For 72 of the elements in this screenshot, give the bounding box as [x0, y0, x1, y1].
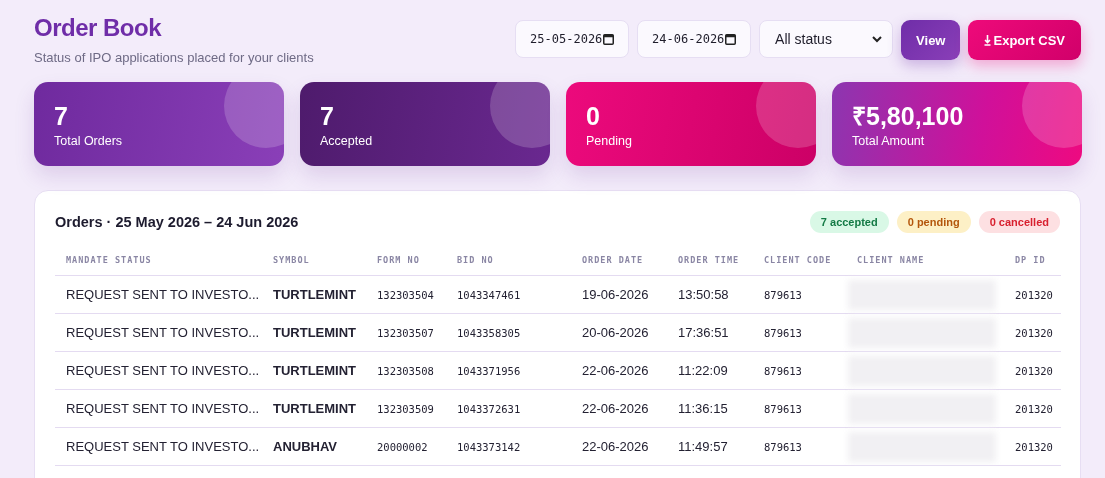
- table-cell: 11:36:15: [667, 389, 753, 428]
- table-cell: 19-06-2026: [571, 275, 667, 314]
- table-cell: 20000002: [366, 427, 446, 466]
- export-csv-button[interactable]: Export CSV: [968, 20, 1081, 60]
- table-cell: REQUEST SENT TO INVESTO...: [55, 389, 262, 428]
- table-cell: 20-06-2026: [571, 313, 667, 352]
- calendar-icon: [725, 33, 737, 45]
- status-count-badge: 0 cancelled: [978, 211, 1060, 233]
- table-cell: 879613: [753, 351, 846, 390]
- table-cell: 22-06-2026: [571, 389, 667, 428]
- column-header: CLIENT CODE: [753, 255, 846, 276]
- table-cell: 11:49:57: [667, 427, 753, 466]
- table-cell: REQUEST SENT TO INVESTO...: [55, 427, 262, 466]
- to-date-field[interactable]: 24-06-2026: [637, 20, 752, 58]
- table-cell: 879613: [753, 427, 846, 466]
- table-cell: 132303504: [366, 275, 446, 314]
- table-cell: 1043347461: [446, 275, 571, 314]
- table-cell: TURTLEMINT: [262, 313, 366, 352]
- column-header: DP ID: [1003, 255, 1061, 276]
- table-cell: 879613: [753, 275, 846, 314]
- table-cell: 879613: [753, 389, 846, 428]
- chevron-down-icon: [872, 35, 883, 43]
- table-cell: TURTLEMINT: [262, 351, 366, 390]
- stat-label: Accepted: [320, 134, 374, 148]
- table-cell: 13:50:58: [667, 275, 753, 314]
- table-cell: 22-06-2026: [571, 427, 667, 466]
- download-icon: [984, 34, 992, 46]
- table-cell: 17:36:51: [667, 313, 753, 352]
- table-cell: 201320: [1003, 313, 1061, 352]
- column-header: FORM NO: [366, 255, 446, 276]
- table-cell: 22-06-2026: [571, 351, 667, 390]
- stat-label: Total Amount: [852, 134, 926, 148]
- column-header: ORDER TIME: [667, 255, 753, 276]
- table-cell: 132303508: [366, 351, 446, 390]
- view-button[interactable]: View: [901, 20, 961, 60]
- column-header: CLIENT NAME: [846, 255, 1003, 276]
- table-cell: 1043372631: [446, 389, 571, 428]
- table-cell: 201320: [1003, 389, 1061, 428]
- table-cell: 879613: [753, 313, 846, 352]
- from-date-field[interactable]: 25-05-2026: [515, 20, 630, 58]
- page-title: Order Book: [34, 14, 163, 42]
- stat-value: 7: [54, 102, 69, 130]
- table-cell: 11:22:09: [667, 351, 753, 390]
- column-header: ORDER DATE: [571, 255, 667, 276]
- column-header: MANDATE STATUS: [55, 255, 262, 276]
- stat-value: 0: [586, 102, 601, 130]
- stat-value: ₹5,80,100: [852, 102, 965, 130]
- table-cell: 132303507: [366, 313, 446, 352]
- page-subtitle: Status of IPO applications placed for your clients: [34, 50, 314, 65]
- table-cell: 132303509: [366, 389, 446, 428]
- table-cell: 201320: [1003, 427, 1061, 466]
- table-cell: TURTLEMINT: [262, 275, 366, 314]
- table-cell: 1043373142: [446, 427, 571, 466]
- table-cell: ANUBHAV: [262, 427, 366, 466]
- column-header: BID NO: [446, 255, 571, 276]
- status-count-badge: 7 accepted: [809, 211, 889, 233]
- table-cell: REQUEST SENT TO INVESTO...: [55, 351, 262, 390]
- table-cell: 1043371956: [446, 351, 571, 390]
- status-count-badge: 0 pending: [896, 211, 971, 233]
- table-cell: 201320: [1003, 275, 1061, 314]
- stat-label: Total Orders: [54, 134, 124, 148]
- table-cell: 1043358305: [446, 313, 571, 352]
- stat-value: 7: [320, 102, 335, 130]
- table-cell: TURTLEMINT: [262, 389, 366, 428]
- stat-label: Pending: [586, 134, 633, 148]
- table-cell: 201320: [1003, 351, 1061, 390]
- column-header: SYMBOL: [262, 255, 366, 276]
- orders-title: Orders · 25 May 2026 – 24 Jun 2026: [55, 214, 299, 230]
- table-cell: REQUEST SENT TO INVESTO...: [55, 313, 262, 352]
- status-dropdown[interactable]: All status: [759, 20, 894, 58]
- table-cell: REQUEST SENT TO INVESTO...: [55, 275, 262, 314]
- calendar-icon: [603, 33, 615, 45]
